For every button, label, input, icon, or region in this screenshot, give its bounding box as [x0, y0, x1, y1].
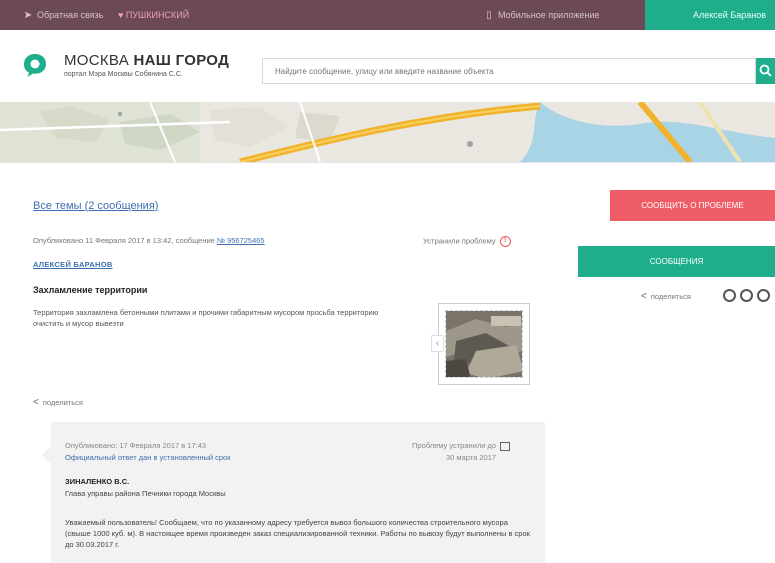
- logo-subtitle: портал Мэра Москвы Собянина С.С.: [64, 71, 183, 78]
- share-link[interactable]: < поделиться: [33, 397, 83, 408]
- reply-author-name: ЗИНАЛЕНКО В.С.: [65, 477, 130, 486]
- logo-title-light: МОСКВА: [64, 52, 134, 69]
- photo-frame: [445, 310, 523, 378]
- photo-image: [446, 311, 522, 377]
- logo-title-bold: НАШ ГОРОД: [133, 52, 230, 69]
- mobile-app-link[interactable]: ▯ Мобильное приложение: [483, 0, 599, 30]
- share-label: поделиться: [42, 398, 83, 407]
- heart-label: ♥ ПУШКИНСКИЙ: [118, 10, 190, 20]
- feedback-icon: ➤: [23, 10, 33, 21]
- feedback-link[interactable]: ➤ Обратная связь: [22, 0, 104, 30]
- social-icon-2[interactable]: [740, 289, 753, 302]
- mobile-icon: ▯: [486, 10, 492, 21]
- alert-icon: !: [499, 236, 511, 247]
- feedback-label: Обратная связь: [37, 10, 104, 20]
- reply-notch: [42, 446, 51, 464]
- messages-button[interactable]: СООБЩЕНИЯ: [578, 246, 775, 277]
- sidebar-share-icon: <: [641, 291, 647, 302]
- resolved-label: Устранили проблему: [423, 236, 496, 246]
- map-image: [0, 102, 775, 162]
- search-button[interactable]: [756, 58, 775, 84]
- reply-resolved-date: 30 марта 2017: [446, 453, 497, 462]
- problem-title: Захламление территории: [33, 285, 148, 295]
- calendar-icon: [500, 441, 511, 451]
- message-number-link[interactable]: № 956725465: [217, 236, 265, 245]
- reply-author-department: Глава управы района Печники города Москв…: [65, 489, 226, 498]
- thumbnail-prev-button[interactable]: ‹: [431, 335, 444, 352]
- user-name: Алексей Баранов: [693, 10, 767, 20]
- user-menu[interactable]: Алексей Баранов: [645, 0, 775, 30]
- logo-icon[interactable]: [22, 52, 48, 78]
- all-topics-link[interactable]: Все темы (2 сообщения): [33, 200, 158, 212]
- site-header: МОСКВА НАШ ГОРОД портал Мэра Москвы Собя…: [0, 30, 775, 102]
- mobile-label: Мобильное приложение: [498, 10, 600, 20]
- reply-resolved-label: Проблему устранили до: [412, 441, 497, 450]
- social-icon-1[interactable]: [723, 289, 736, 302]
- top-bar: ➤ Обратная связь ♥ ПУШКИНСКИЙ ▯ Мобильное …: [0, 0, 775, 34]
- search-box: [262, 58, 756, 84]
- report-problem-button[interactable]: СООБЩИТЬ О ПРОБЛЕМЕ: [610, 190, 775, 221]
- reply-official-status: Официальный ответ дан в установленный ср…: [65, 453, 231, 462]
- share-icon: <: [33, 397, 39, 408]
- author-link[interactable]: АЛЕКСЕЙ БАРАНОВ: [33, 260, 113, 269]
- map[interactable]: [0, 102, 775, 162]
- heart-link[interactable]: ♥ ПУШКИНСКИЙ: [118, 0, 189, 30]
- social-icon-3[interactable]: [757, 289, 770, 302]
- map-bottom-strip: [0, 162, 775, 176]
- search-icon: [759, 64, 772, 77]
- reply-text: Уважаемый пользователь! Сообщаем, что по…: [65, 518, 530, 549]
- sidebar-share-link[interactable]: < поделиться: [641, 291, 691, 302]
- problem-text: Территория захламлена бетонными плитами …: [33, 308, 379, 328]
- logo-title[interactable]: МОСКВА НАШ ГОРОД: [64, 52, 229, 69]
- search-input[interactable]: [263, 59, 755, 83]
- sidebar-share-label: поделиться: [650, 292, 691, 301]
- resolved-status: Устранили проблему!: [423, 236, 511, 247]
- reply-resolved-by: Проблему устранили до: [412, 441, 511, 451]
- photo-thumbnail[interactable]: [438, 303, 530, 385]
- publication-info: Опубликовано 11 Февраля 2017 в 13:42, со…: [33, 236, 265, 245]
- publication-prefix: Опубликовано 11 Февраля 2017 в 13:42, со…: [33, 236, 217, 245]
- reply-published: Опубликовано: 17 Февраля 2017 в 17:43: [65, 441, 207, 450]
